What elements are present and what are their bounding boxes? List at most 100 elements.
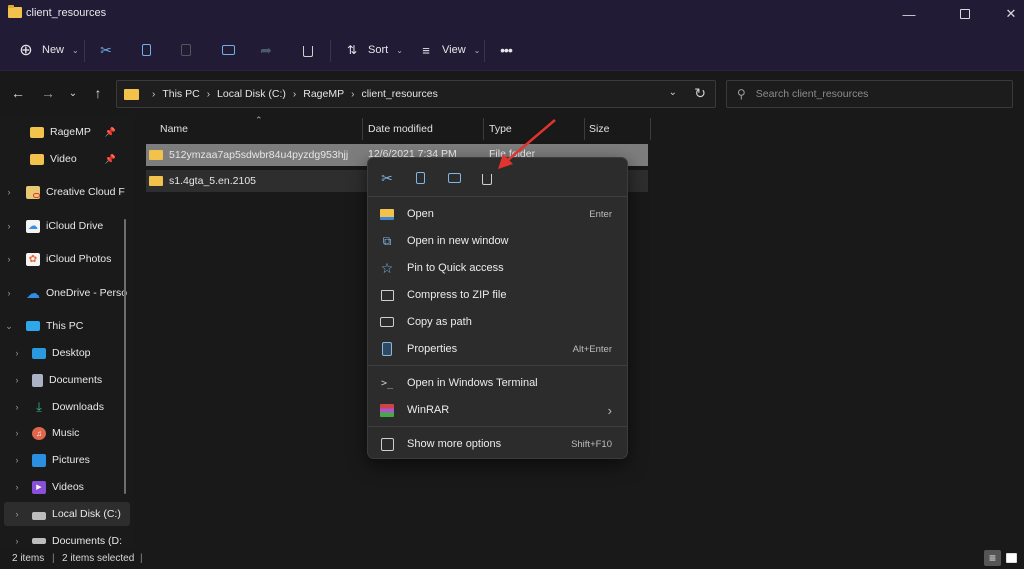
recent-locations-button[interactable]: ⌄ [63, 83, 83, 103]
chevron-right-icon[interactable]: › [12, 348, 22, 358]
sidebar-item-videos[interactable]: › ▶ Videos [4, 475, 130, 499]
sidebar-scrollbar[interactable] [124, 219, 126, 494]
sidebar-item-icloud-photos[interactable]: › ✿ iCloud Photos [4, 247, 130, 271]
sidebar-item-label: This PC [46, 320, 84, 332]
context-item-winrar[interactable]: WinRAR › [372, 397, 623, 423]
context-item-windows-terminal[interactable]: >_ Open in Windows Terminal [372, 370, 623, 396]
sidebar-item-documents[interactable]: › Documents [4, 368, 130, 392]
copy-button[interactable] [136, 38, 156, 62]
sidebar-item-label: Video [50, 153, 77, 165]
maximize-button[interactable] [942, 0, 988, 28]
sidebar-item-music[interactable]: › ♫ Music [4, 421, 130, 445]
address-dropdown-icon[interactable]: ⌄ [669, 87, 677, 98]
context-rename-button[interactable] [443, 167, 465, 189]
context-cut-button[interactable]: ✂ [376, 167, 398, 189]
chevron-right-icon[interactable]: › [12, 482, 22, 492]
context-copy-button[interactable] [409, 167, 431, 189]
column-header-size[interactable]: Size [589, 117, 609, 141]
address-bar[interactable]: › This PC › Local Disk (C:) › RageMP › c… [116, 80, 716, 108]
sidebar-item-label: Pictures [52, 454, 90, 466]
sidebar-item-this-pc[interactable]: ⌄ This PC [4, 314, 130, 338]
context-item-show-more-options[interactable]: Show more options Shift+F10 [372, 431, 623, 457]
tiles-view-button[interactable] [1003, 550, 1020, 566]
folder-icon [8, 5, 22, 18]
sidebar-item-local-disk[interactable]: › Local Disk (C:) [4, 502, 130, 526]
search-input[interactable] [755, 88, 986, 100]
column-header-name[interactable]: Name [160, 117, 188, 141]
sort-button[interactable]: ⇅ Sort ⌄ [342, 38, 403, 62]
delete-button[interactable] [298, 38, 318, 62]
paste-button[interactable] [176, 38, 196, 62]
open-folder-icon [379, 206, 395, 222]
chevron-right-icon[interactable]: › [4, 254, 14, 264]
chevron-right-icon[interactable]: › [12, 428, 22, 438]
pin-icon: 📌 [104, 153, 116, 164]
up-button[interactable]: ↑ [88, 83, 108, 103]
new-button[interactable]: ⊕ New ⌄ [16, 38, 78, 62]
chevron-right-icon[interactable]: › [12, 455, 22, 465]
breadcrumb-client-resources[interactable]: client_resources [361, 88, 437, 100]
column-divider[interactable] [584, 118, 585, 140]
view-button[interactable]: ≡ View ⌄ [416, 38, 480, 62]
column-divider[interactable] [483, 118, 484, 140]
column-divider[interactable] [650, 118, 651, 140]
context-item-label: Pin to Quick access [407, 262, 504, 274]
context-delete-button[interactable] [476, 167, 498, 189]
breadcrumb-this-pc[interactable]: This PC [162, 88, 199, 100]
command-bar: ⊕ New ⌄ ✂ ➦ ⇅ Sort ⌄ ≡ View ⌄ ••• [0, 32, 1024, 70]
chevron-down-icon: ⌄ [473, 45, 481, 55]
sidebar-item-video[interactable]: Video 📌 [4, 147, 130, 171]
chevron-right-icon[interactable]: › [12, 402, 22, 412]
chevron-right-icon: › [206, 88, 211, 100]
chevron-down-icon[interactable]: ⌄ [4, 321, 14, 332]
context-item-open-new-window[interactable]: ⧉ Open in new window [372, 228, 623, 254]
context-item-properties[interactable]: Properties Alt+Enter [372, 336, 623, 362]
context-item-pin-quick-access[interactable]: ☆ Pin to Quick access [372, 255, 623, 281]
context-item-compress-zip[interactable]: Compress to ZIP file [372, 282, 623, 308]
sidebar-item-onedrive[interactable]: › ☁ OneDrive - Perso [4, 281, 130, 305]
context-item-copy-as-path[interactable]: Copy as path [372, 309, 623, 335]
sidebar-item-pictures[interactable]: › Pictures [4, 448, 130, 472]
more-button[interactable]: ••• [496, 38, 516, 62]
sidebar-item-ragemp[interactable]: RageMP 📌 [4, 120, 130, 144]
status-bar: 2 items | 2 items selected | ≡ [0, 549, 1024, 569]
rename-button[interactable] [218, 38, 238, 62]
chevron-right-icon[interactable]: › [4, 187, 14, 197]
breadcrumb-ragemp[interactable]: RageMP [303, 88, 344, 100]
chevron-right-icon[interactable]: › [12, 375, 22, 385]
context-divider [368, 426, 627, 427]
sidebar-item-documents-d[interactable]: › Documents (D: [4, 529, 130, 549]
title-bar: client_resources — ✕ [0, 0, 1024, 32]
chevron-right-icon: › [351, 88, 355, 100]
refresh-icon[interactable]: ↻ [694, 85, 706, 102]
breadcrumb-local-disk[interactable]: Local Disk (C:) [217, 88, 286, 100]
context-item-label: Show more options [407, 438, 502, 450]
column-header-type[interactable]: Type [489, 117, 512, 141]
sidebar-item-desktop[interactable]: › Desktop [4, 341, 130, 365]
minimize-button[interactable]: — [886, 0, 932, 28]
sidebar-item-creative-cloud[interactable]: › Creative Cloud F [4, 180, 130, 204]
chevron-right-icon[interactable]: › [4, 221, 14, 231]
context-item-open[interactable]: Open Enter [372, 201, 623, 227]
context-item-label: Open [407, 208, 434, 220]
chevron-right-icon[interactable]: › [12, 509, 22, 519]
details-view-button[interactable]: ≡ [984, 550, 1001, 566]
sidebar-item-icloud-drive[interactable]: › ☁ iCloud Drive [4, 214, 130, 238]
desktop-icon [32, 347, 46, 359]
rename-icon [218, 40, 238, 60]
cut-button[interactable]: ✂ [96, 38, 116, 62]
chevron-right-icon: › [152, 88, 156, 100]
new-label: New [42, 44, 65, 56]
chevron-right-icon[interactable]: › [4, 288, 14, 298]
column-divider[interactable] [362, 118, 363, 140]
close-button[interactable]: ✕ [988, 0, 1024, 28]
search-box[interactable]: ⚲ [726, 80, 1013, 108]
column-header-date[interactable]: Date modified [368, 117, 433, 141]
forward-button[interactable]: → [38, 83, 58, 103]
back-button[interactable]: ← [8, 83, 28, 103]
share-button[interactable]: ➦ [256, 38, 276, 62]
sidebar-item-downloads[interactable]: › ⤓ Downloads [4, 395, 130, 419]
documents-icon [32, 373, 43, 387]
sidebar-item-label: Local Disk (C:) [52, 508, 121, 520]
chevron-right-icon[interactable]: › [12, 536, 22, 546]
